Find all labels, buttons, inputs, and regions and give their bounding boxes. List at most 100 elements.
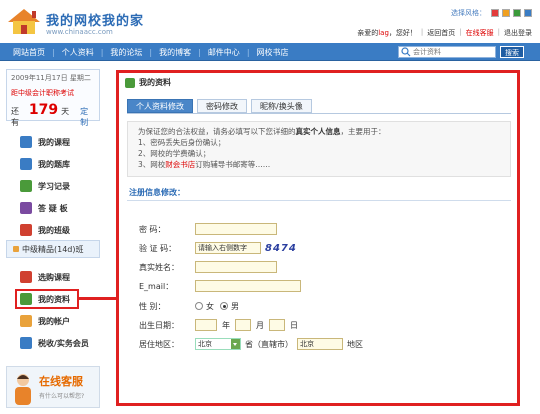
sidebar-item-question-bank[interactable]: 我的题库	[6, 153, 100, 175]
nav-blog[interactable]: 我的博客	[152, 47, 198, 58]
sidebar-item-qa-board[interactable]: 答 疑 板	[6, 197, 100, 219]
logout-link[interactable]: 退出登录	[504, 28, 532, 38]
info-notice: 为保证您的合法权益，请务必填写以下您详细的真实个人信息，主要用于： 1、密码丢失…	[127, 121, 511, 177]
online-service-title: 在线客服	[39, 375, 83, 388]
nav-profile[interactable]: 个人资料	[55, 47, 101, 58]
section-title: 注册信息修改：	[129, 188, 185, 197]
gender-label: 性 别：	[139, 301, 166, 311]
sidebar-item-my-class[interactable]: 我的班级	[6, 219, 100, 241]
province-select[interactable]: 北京	[195, 338, 241, 350]
realname-row: 真实姓名：	[139, 260, 277, 274]
captcha-field[interactable]: 请输入右侧数字	[195, 242, 261, 254]
gender-male-radio[interactable]	[220, 302, 228, 310]
birthdate-label: 出生日期：	[139, 320, 179, 330]
captcha-row: 验 证 码： 请输入右侧数字 8474	[139, 241, 297, 255]
welcome-text: 亲爱的lag，您好！	[357, 29, 417, 37]
search-input[interactable]	[413, 48, 493, 56]
bookstore-link[interactable]: 财会书店	[165, 160, 195, 169]
highlight-box	[15, 289, 79, 309]
exam-notice: 距中级会计职称考试	[11, 89, 74, 97]
gender-male-label: 男	[231, 301, 239, 311]
profile-tabs: 个人资料修改 密码修改 昵称/换头像	[127, 99, 312, 113]
courses-icon	[20, 136, 32, 148]
gender-female-radio[interactable]	[195, 302, 203, 310]
birth-day-field[interactable]	[269, 319, 285, 331]
sidebar-item-my-courses[interactable]: 我的课程	[6, 131, 100, 153]
day-label: 日	[290, 320, 298, 330]
current-date: 2009年11月17日 星期二	[11, 74, 91, 82]
section-divider	[127, 200, 511, 201]
gender-female-label: 女	[206, 301, 214, 311]
class-sub-item[interactable]: 中级精品(14d)班	[6, 240, 100, 258]
profile-panel: 我的资料 个人资料修改 密码修改 昵称/换头像 为保证您的合法权益，请务必填写以…	[116, 70, 520, 406]
style-swatch-red[interactable]	[491, 9, 499, 17]
tax-member-icon	[20, 337, 32, 349]
main-nav: 网站首页| 个人资料| 我的论坛| 我的博客| 邮件中心| 网校书店 搜索	[0, 43, 540, 61]
support-agent-icon	[15, 374, 31, 405]
username: lag	[378, 29, 389, 37]
year-label: 年	[222, 320, 230, 330]
style-swatch-orange[interactable]	[502, 9, 510, 17]
panel-title: 我的资料	[125, 77, 171, 88]
password-label: 密 码：	[139, 224, 166, 234]
gender-row: 性 别： 女 男	[139, 299, 239, 313]
online-service-link[interactable]: 在线客服	[466, 28, 494, 38]
customize-link[interactable]: 定制	[80, 106, 95, 128]
site-title: 我的网校我的家	[46, 14, 145, 29]
province-suffix: 省（直辖市）	[245, 339, 293, 349]
highlight-connector	[79, 297, 116, 300]
captcha-image: 8474	[265, 242, 297, 254]
captcha-label: 验 证 码：	[139, 243, 177, 253]
region-row: 居住地区： 北京 省（直辖市） 北京 地区	[139, 337, 363, 351]
nav-home[interactable]: 网站首页	[6, 47, 52, 58]
sidebar-item-study-records[interactable]: 学习记录	[6, 175, 100, 197]
profile-title-icon	[125, 77, 135, 88]
birth-month-field[interactable]	[235, 319, 251, 331]
question-bank-icon	[20, 158, 32, 170]
study-records-icon	[20, 180, 32, 192]
search-icon	[401, 47, 411, 57]
tab-change-password[interactable]: 密码修改	[197, 99, 247, 113]
days-count: 179	[28, 102, 59, 118]
chevron-down-icon	[231, 339, 240, 349]
month-label: 月	[256, 320, 264, 330]
online-service-banner[interactable]: 在线客服 有什么可以帮您?	[6, 366, 100, 408]
realname-label: 真实姓名：	[139, 262, 179, 272]
sidebar-item-tax-member[interactable]: 税收/实务会员	[6, 332, 100, 354]
tab-nickname-avatar[interactable]: 昵称/换头像	[251, 99, 312, 113]
home-link[interactable]: 返回首页	[427, 28, 455, 38]
sidebar-menu: 我的课程 我的题库 学习记录 答 疑 板 我的班级	[6, 131, 100, 241]
password-field[interactable]	[195, 223, 277, 235]
house-logo-icon	[8, 9, 40, 34]
search-box	[398, 46, 496, 58]
style-picker: 选择风格：	[451, 8, 532, 18]
sidebar-item-buy-courses[interactable]: 选购课程	[6, 266, 100, 288]
style-swatch-green[interactable]	[513, 9, 521, 17]
city-suffix: 地区	[347, 339, 363, 349]
countdown-box: 2009年11月17日 星期二 距中级会计职称考试 还有 179 天 定制	[6, 69, 100, 127]
sidebar-item-my-account[interactable]: 我的帐户	[6, 310, 100, 332]
header: 我的网校我的家 www.chinaacc.com 选择风格： 亲爱的lag，您好…	[0, 0, 540, 42]
qa-board-icon	[20, 202, 32, 214]
online-service-subtitle: 有什么可以帮您?	[39, 393, 85, 400]
style-swatch-blue[interactable]	[524, 9, 532, 17]
email-label: E_mail：	[139, 281, 174, 291]
nav-forum[interactable]: 我的论坛	[103, 47, 149, 58]
email-row: E_mail：	[139, 279, 301, 293]
nav-bookstore[interactable]: 网校书店	[250, 47, 296, 58]
birthdate-row: 出生日期： 年 月 日	[139, 318, 303, 332]
site-url: www.chinaacc.com	[46, 28, 113, 36]
birth-year-field[interactable]	[195, 319, 217, 331]
city-field[interactable]: 北京	[297, 338, 343, 350]
search-button[interactable]: 搜索	[500, 46, 524, 58]
sidebar-menu-bottom: 选购课程 我的资料 我的帐户 税收/实务会员	[6, 266, 100, 354]
password-row: 密 码：	[139, 222, 277, 236]
days-remaining: 还有 179 天 定制	[11, 102, 95, 128]
tab-divider	[127, 113, 511, 114]
account-icon	[20, 315, 32, 327]
tab-edit-profile[interactable]: 个人资料修改	[127, 99, 193, 113]
class-icon	[20, 224, 32, 236]
email-field[interactable]	[195, 280, 301, 292]
realname-field[interactable]	[195, 261, 277, 273]
nav-mail[interactable]: 邮件中心	[201, 47, 247, 58]
